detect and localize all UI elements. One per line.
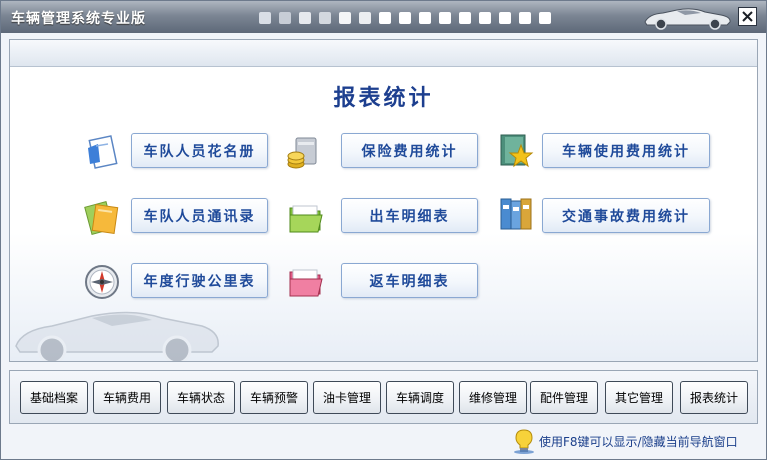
binders-icon — [500, 198, 532, 230]
app-window: 车辆管理系统专业版 报表统计 车队人员花名册 保险费用统计 车辆使用费用统计 车… — [0, 0, 767, 460]
page-title: 报表统计 — [333, 86, 434, 111]
title-bar[interactable]: 车辆管理系统专业版 — [1, 1, 766, 33]
title-dot — [339, 12, 351, 24]
title-dot — [439, 12, 451, 24]
report-roster-button[interactable]: 车队人员花名册 — [131, 133, 268, 168]
panel-header — [10, 40, 757, 67]
title-dot — [299, 12, 311, 24]
title-dot — [539, 12, 551, 24]
title-decoration — [259, 12, 551, 24]
car-logo-icon — [644, 8, 731, 30]
title-dot — [459, 12, 471, 24]
title-dot — [479, 12, 491, 24]
title-dot — [319, 12, 331, 24]
report-panel: 报表统计 车队人员花名册 保险费用统计 车辆使用费用统计 车队人员通讯录 出车明… — [9, 39, 758, 362]
window-title: 车辆管理系统专业版 — [11, 11, 146, 27]
title-dot — [379, 12, 391, 24]
title-dot — [399, 12, 411, 24]
report-dispatch-detail-button[interactable]: 出车明细表 — [341, 198, 478, 233]
report-return-detail-button[interactable]: 返车明细表 — [341, 263, 478, 298]
car-watermark-icon — [15, 311, 219, 361]
nav-toolbar: 基础档案 车辆费用 车辆状态 车辆预警 油卡管理 车辆调度 维修管理 配件管理 … — [9, 370, 758, 424]
f8-hint-text: 使用F8键可以显示/隐藏当前导航窗口 — [539, 434, 738, 449]
green-folder-icon — [289, 205, 323, 233]
f8-hint: 使用F8键可以显示/隐藏当前导航窗口 — [513, 427, 738, 455]
nav-reports-button[interactable]: 报表统计 — [680, 381, 748, 414]
compass-icon — [85, 265, 119, 299]
report-vehicle-usage-button[interactable]: 车辆使用费用统计 — [542, 133, 710, 168]
title-dot — [259, 12, 271, 24]
pink-folder-icon — [289, 269, 323, 297]
title-dot — [419, 12, 431, 24]
nav-basic-records-button[interactable]: 基础档案 — [20, 381, 88, 414]
document-icon — [88, 135, 118, 169]
nav-dispatch-button[interactable]: 车辆调度 — [386, 381, 454, 414]
title-dot — [519, 12, 531, 24]
notebook-icon — [84, 201, 119, 235]
nav-maintenance-button[interactable]: 维修管理 — [459, 381, 527, 414]
report-insurance-button[interactable]: 保险费用统计 — [341, 133, 478, 168]
nav-vehicle-cost-button[interactable]: 车辆费用 — [93, 381, 161, 414]
report-annual-mileage-button[interactable]: 年度行驶公里表 — [131, 263, 268, 298]
title-dot — [279, 12, 291, 24]
nav-fuel-card-button[interactable]: 油卡管理 — [313, 381, 381, 414]
nav-vehicle-status-button[interactable]: 车辆状态 — [167, 381, 235, 414]
nav-vehicle-alert-button[interactable]: 车辆预警 — [240, 381, 308, 414]
report-accident-cost-button[interactable]: 交通事故费用统计 — [542, 198, 710, 233]
lightbulb-icon — [514, 429, 534, 454]
close-icon — [742, 11, 753, 22]
close-button[interactable] — [738, 7, 757, 26]
nav-other-button[interactable]: 其它管理 — [605, 381, 673, 414]
title-dot — [359, 12, 371, 24]
title-dot — [499, 12, 511, 24]
nav-parts-button[interactable]: 配件管理 — [530, 381, 598, 414]
coins-icon — [287, 137, 317, 169]
report-contacts-button[interactable]: 车队人员通讯录 — [131, 198, 268, 233]
star-book-icon — [500, 134, 534, 168]
